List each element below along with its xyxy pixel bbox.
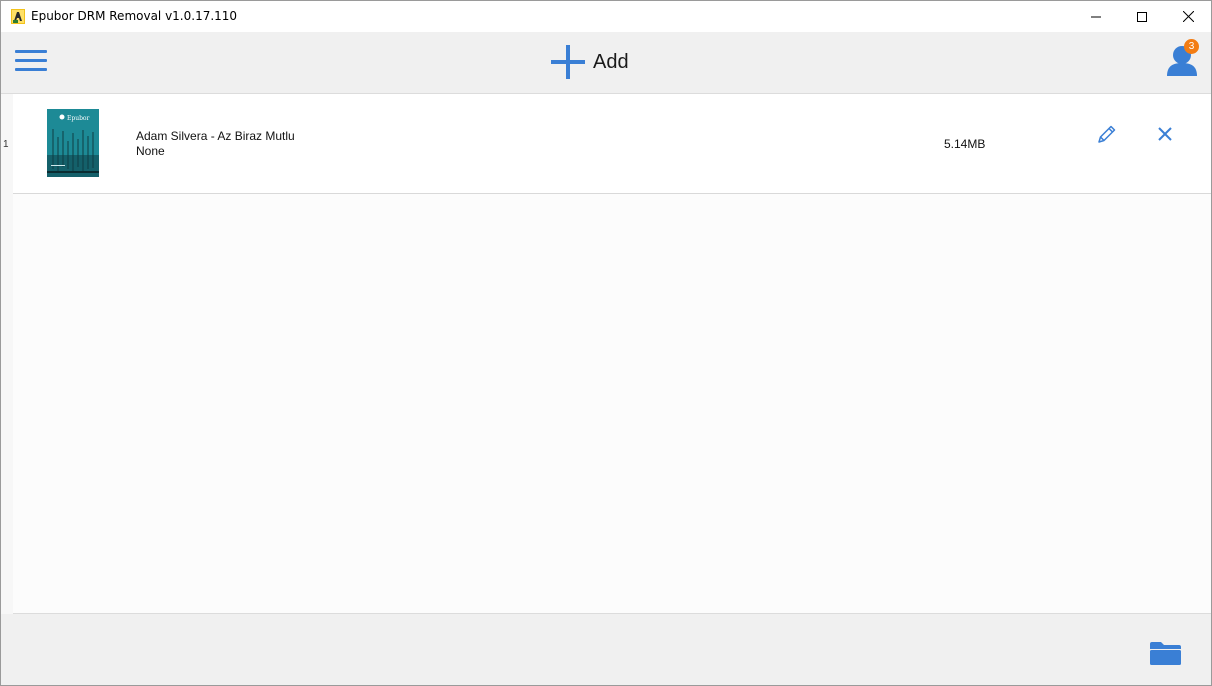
- folder-icon[interactable]: [1149, 641, 1182, 666]
- book-row[interactable]: Epubor Adam Silvera - Az Biraz Mutlu Non…: [13, 94, 1211, 194]
- plus-icon: [551, 45, 585, 79]
- book-drm-status: None: [136, 144, 165, 158]
- edit-pencil-icon[interactable]: [1096, 123, 1118, 145]
- remove-book-icon[interactable]: [1157, 126, 1173, 142]
- close-window-button[interactable]: [1165, 1, 1211, 32]
- book-cover-image: Epubor: [47, 109, 99, 177]
- title-bar[interactable]: Epubor DRM Removal v1.0.17.110: [1, 1, 1211, 32]
- minimize-button[interactable]: [1073, 1, 1119, 32]
- add-button[interactable]: Add: [550, 43, 629, 81]
- close-icon: [1182, 11, 1194, 22]
- maximize-button[interactable]: [1119, 1, 1165, 32]
- toolbar: Add 3: [1, 32, 1211, 94]
- add-label: Add: [593, 50, 629, 73]
- row-index: 1: [3, 139, 9, 150]
- book-file-size: 5.14MB: [944, 137, 986, 151]
- minimize-icon: [1091, 16, 1101, 17]
- window-title: Epubor DRM Removal v1.0.17.110: [31, 9, 238, 23]
- app-window: Epubor DRM Removal v1.0.17.110 Add 3 1 E…: [0, 0, 1212, 686]
- hamburger-menu-icon[interactable]: [15, 48, 47, 74]
- book-list: Epubor Adam Silvera - Az Biraz Mutlu Non…: [13, 94, 1211, 614]
- book-title: Adam Silvera - Az Biraz Mutlu: [136, 129, 295, 143]
- notification-badge: 3: [1184, 39, 1199, 54]
- app-logo-icon: [11, 9, 25, 24]
- row-index-gutter: [1, 94, 13, 614]
- maximize-icon: [1137, 11, 1147, 22]
- cover-brand-text: Epubor: [67, 115, 90, 122]
- footer-bar: [1, 614, 1211, 685]
